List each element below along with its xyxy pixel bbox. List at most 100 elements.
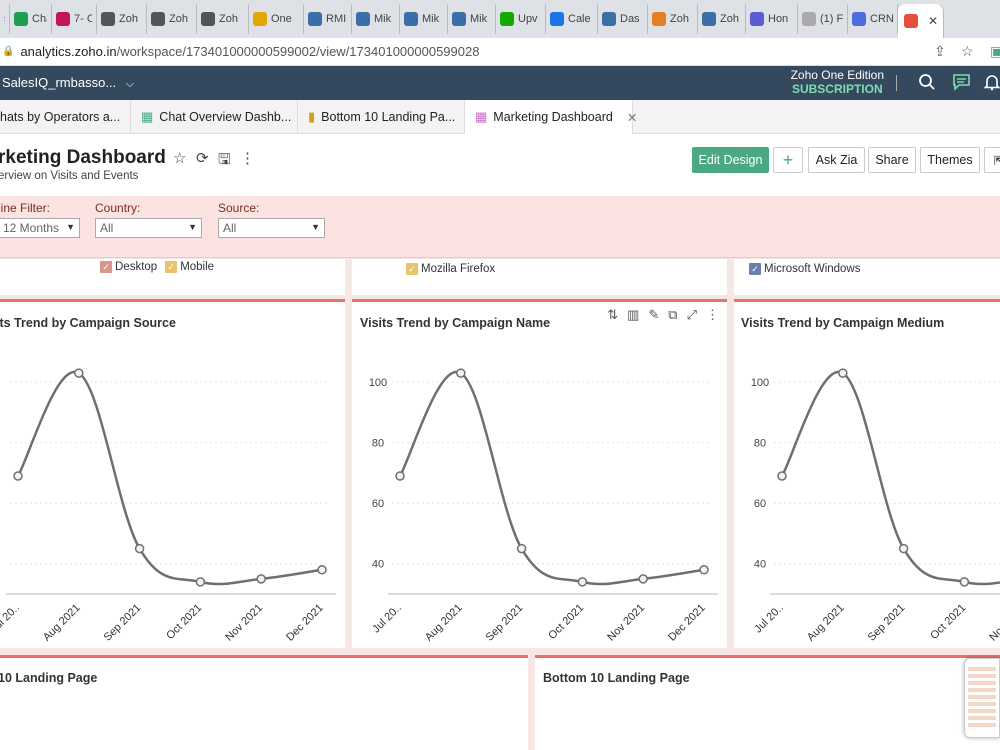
bell-icon[interactable] bbox=[983, 73, 1000, 96]
checkbox-icon: ✓ bbox=[100, 261, 112, 273]
y-tick-label: 80 bbox=[754, 438, 766, 450]
x-tick-label: ul 20.. bbox=[0, 602, 22, 632]
browser-tab[interactable]: I✕ bbox=[898, 4, 944, 38]
browser-tab[interactable]: Mik bbox=[352, 4, 400, 34]
favicon-icon bbox=[852, 12, 866, 26]
browser-tab[interactable]: Zoh bbox=[698, 4, 746, 34]
more-vertical-icon[interactable]: ⋮ bbox=[240, 149, 255, 167]
export-button[interactable]: ⇱ bbox=[984, 147, 1000, 173]
data-point bbox=[456, 368, 466, 378]
data-point bbox=[638, 574, 648, 584]
divider bbox=[896, 75, 897, 91]
browser-tab[interactable]: Zoh bbox=[648, 4, 698, 34]
export-icon: ⇱ bbox=[993, 153, 1000, 168]
bookmark-star-icon[interactable]: ☆ bbox=[961, 43, 974, 60]
timeline-filter: line Filter: 12 Months ▼ bbox=[0, 201, 80, 238]
browser-tab[interactable]: Upv bbox=[496, 4, 546, 34]
checkbox-icon: ✓ bbox=[406, 263, 418, 275]
search-icon[interactable] bbox=[918, 73, 936, 96]
browser-chart-panel: ✓ Mozilla Firefox bbox=[352, 259, 727, 295]
dashboard-icon: ▦ bbox=[141, 109, 154, 124]
favicon-icon bbox=[14, 12, 28, 26]
favicon-icon bbox=[452, 12, 466, 26]
workspace-selector[interactable]: SalesIQ_rmbasso... ⌵ bbox=[2, 75, 134, 91]
browser-tab[interactable]: Zoh bbox=[97, 4, 147, 34]
refresh-icon[interactable]: ⟳ bbox=[196, 149, 209, 167]
share-button[interactable]: Share bbox=[868, 147, 916, 173]
y-tick-label: 80 bbox=[372, 438, 384, 450]
browser-tab[interactable]: RMI bbox=[304, 4, 352, 34]
browser-tab[interactable]: Hon bbox=[746, 4, 798, 34]
filter-bar: line Filter: 12 Months ▼ Country: All ▼ So… bbox=[0, 196, 1000, 258]
legend-item-desktop[interactable]: ✓ Desktop bbox=[100, 261, 157, 273]
country-filter: Country: All ▼ bbox=[95, 201, 202, 238]
series-line bbox=[780, 370, 1000, 586]
lock-icon: 🔒 bbox=[2, 46, 15, 57]
x-tick-label: Jul 20.. bbox=[752, 602, 786, 636]
y-tick-label: 60 bbox=[372, 498, 384, 510]
save-icon[interactable]: 🖫 bbox=[218, 149, 231, 174]
screenshot-thumbnail[interactable] bbox=[964, 658, 1000, 738]
data-point bbox=[699, 565, 709, 575]
app-top-bar: SalesIQ_rmbasso... ⌵ Zoho One Edition SU… bbox=[0, 66, 1000, 100]
ask-zia-button[interactable]: Ask Zia bbox=[808, 147, 865, 173]
data-point bbox=[516, 543, 527, 554]
y-tick-label: 100 bbox=[369, 377, 387, 389]
themes-button[interactable]: Themes bbox=[920, 147, 980, 173]
timeline-select[interactable]: 12 Months ▼ bbox=[0, 218, 80, 238]
tab-chat-overview[interactable]: ▦ Chat Overview Dashb... bbox=[131, 100, 298, 134]
browser-tab[interactable]: s bbox=[0, 4, 10, 34]
x-tick-label: Aug 2021 bbox=[423, 602, 465, 644]
tab-chats-by-operators[interactable]: hats by Operators a... bbox=[0, 100, 131, 134]
data-point bbox=[959, 577, 970, 587]
os-chart-panel: ✓ Microsoft Windows bbox=[734, 259, 1000, 295]
browser-tab[interactable]: Cale bbox=[546, 4, 598, 34]
legend-item-firefox[interactable]: ✓ Mozilla Firefox bbox=[406, 263, 495, 275]
url-text[interactable]: analytics.zoho.in/workspace/173401000000… bbox=[20, 44, 479, 59]
x-tick-label: Sep 2021 bbox=[866, 602, 908, 644]
browser-tab[interactable]: Das bbox=[598, 4, 648, 34]
extension-icon[interactable]: ▣ bbox=[990, 43, 1000, 60]
favicon-icon bbox=[550, 12, 564, 26]
country-select[interactable]: All ▼ bbox=[95, 218, 202, 238]
browser-tab[interactable]: Mik bbox=[400, 4, 448, 34]
chat-icon[interactable] bbox=[952, 73, 971, 96]
add-button[interactable]: + bbox=[773, 147, 803, 173]
star-icon[interactable]: ☆ bbox=[173, 149, 186, 167]
campaign-medium-chart-panel: Visits Trend by Campaign Medium 100 80 60 4… bbox=[734, 299, 1000, 648]
data-point bbox=[256, 574, 266, 584]
dropdown-arrow-icon: ▼ bbox=[311, 222, 320, 232]
edition-badge[interactable]: Zoho One Edition SUBSCRIPTION bbox=[791, 68, 884, 96]
favicon-icon bbox=[308, 12, 322, 26]
campaign-name-chart-panel: Visits Trend by Campaign Name ⇅ ▥ ✎ ⧉ ⤢ … bbox=[352, 299, 727, 648]
browser-tab[interactable]: 7- C bbox=[52, 4, 97, 34]
favicon-icon bbox=[750, 12, 764, 26]
close-icon[interactable]: ✕ bbox=[627, 110, 637, 125]
browser-tab-strip: sCha7- CZohZohZohOneRMIMikMikMikUpvCaleD… bbox=[0, 0, 1000, 38]
tab-bottom-10-landing[interactable]: ▮ Bottom 10 Landing Pa... bbox=[298, 100, 465, 134]
share-icon[interactable]: ⇪ bbox=[934, 43, 946, 60]
browser-tab[interactable]: Mik bbox=[448, 4, 496, 34]
x-tick-label: Oct 2021 bbox=[164, 602, 204, 642]
edit-design-button[interactable]: Edit Design bbox=[692, 147, 769, 173]
legend-item-windows[interactable]: ✓ Microsoft Windows bbox=[749, 263, 861, 275]
browser-tab[interactable]: (1) F bbox=[798, 4, 848, 34]
browser-tab[interactable]: Cha bbox=[10, 4, 52, 34]
data-point bbox=[13, 471, 23, 481]
close-tab-icon[interactable]: ✕ bbox=[928, 14, 938, 28]
x-tick-label: Nov 2021 bbox=[987, 602, 1000, 644]
legend-item-mobile[interactable]: ✓ Mobile bbox=[165, 261, 214, 273]
address-bar[interactable]: 🔒 analytics.zoho.in/workspace/1734010000… bbox=[0, 38, 1000, 66]
browser-tab[interactable]: CRN bbox=[848, 4, 898, 34]
source-select[interactable]: All ▼ bbox=[218, 218, 325, 238]
browser-tab[interactable]: One bbox=[249, 4, 304, 34]
favicon-icon bbox=[602, 12, 616, 26]
browser-tab[interactable]: Zoh bbox=[197, 4, 249, 34]
x-tick-label: Oct 2021 bbox=[928, 602, 968, 642]
favicon-icon bbox=[802, 12, 816, 26]
x-tick-label: Dec 2021 bbox=[284, 602, 326, 644]
data-point bbox=[577, 577, 588, 587]
browser-tab[interactable]: Zoh bbox=[147, 4, 197, 34]
campaign-medium-line-chart: 100 80 60 40 Jul 20.. Aug 2021 Sep 2021 Oct 202… bbox=[751, 368, 1000, 644]
tab-marketing-dashboard[interactable]: ▦ Marketing Dashboard ✕ bbox=[465, 100, 637, 134]
